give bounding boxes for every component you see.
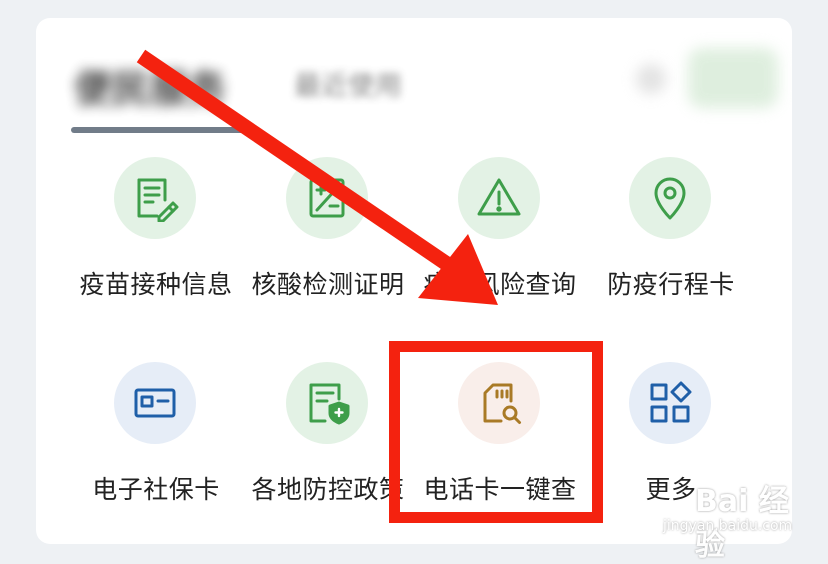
annotation-highlight-box bbox=[389, 341, 603, 523]
watermark-url: jingyan.baidu.com bbox=[663, 518, 793, 534]
baidu-jingyan-watermark: Bai 经验 jingyan.baidu.com bbox=[655, 470, 815, 563]
